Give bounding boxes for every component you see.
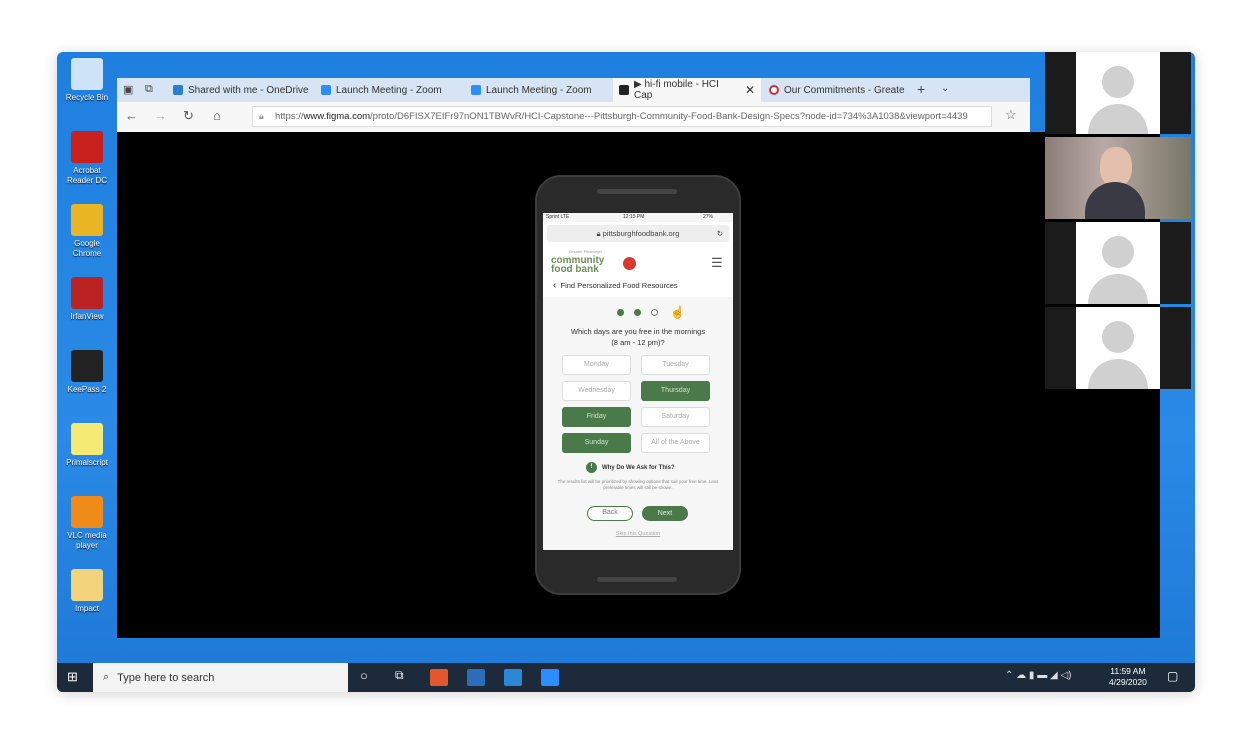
desktop-icon-chrome[interactable]: Google Chrome — [61, 204, 113, 259]
day-option-saturday[interactable]: Saturday — [641, 407, 710, 427]
hamburger-menu-icon[interactable]: ☰ — [711, 255, 723, 271]
acrobat-icon — [71, 131, 103, 163]
zoom-app-icon[interactable] — [541, 669, 559, 686]
participant-video-live[interactable] — [1045, 137, 1191, 219]
apple-icon — [623, 257, 636, 270]
avatar — [1076, 307, 1160, 389]
forward-icon[interactable]: → — [154, 108, 167, 123]
office-icon[interactable] — [430, 669, 448, 686]
next-button[interactable]: Next — [642, 506, 688, 521]
desktop-icon-acrobat[interactable]: Acrobat Reader DC — [61, 131, 113, 186]
tab-zoom-1[interactable]: Launch Meeting - Zoom — [315, 78, 463, 102]
desktop-icon-recycle-bin[interactable]: Recycle Bin — [61, 58, 113, 103]
bottom-speaker — [597, 577, 677, 582]
phone-screen: Sprint LTE 12:15 PM 27% 🔒︎ pittsburghfoo… — [543, 213, 733, 550]
participant-video[interactable] — [1045, 222, 1191, 304]
clock[interactable]: 11:59 AM 4/29/2020 — [1109, 666, 1147, 688]
day-option-wednesday[interactable]: Wednesday — [562, 381, 631, 401]
back-icon[interactable]: ← — [125, 108, 138, 123]
phone-address-bar[interactable]: 🔒︎ pittsburghfoodbank.org ↻ — [547, 225, 729, 242]
zoom-video-panel — [1045, 52, 1191, 390]
chrome-icon — [71, 204, 103, 236]
tab-onedrive[interactable]: Shared with me - OneDrive — [167, 78, 312, 102]
progress-dots — [617, 309, 658, 316]
onedrive-icon — [173, 85, 183, 95]
page-header: ‹ Find Personalized Food Resources — [553, 280, 678, 291]
tab-actions-icon[interactable]: ▣ — [123, 83, 133, 96]
zoom-icon — [471, 85, 481, 95]
new-tab-icon[interactable]: + — [917, 81, 925, 97]
day-option-tuesday[interactable]: Tuesday — [641, 355, 710, 375]
outlook-icon[interactable] — [467, 669, 485, 686]
tab-zoom-2[interactable]: Launch Meeting - Zoom — [465, 78, 613, 102]
phone-mockup: Sprint LTE 12:15 PM 27% 🔒︎ pittsburghfoo… — [535, 175, 741, 595]
edge-icon[interactable] — [504, 669, 522, 686]
desktop: Recycle Bin Acrobat Reader DC Google Chrom… — [57, 52, 1195, 692]
vlc-icon — [71, 496, 103, 528]
lock-icon: 🔒︎ — [259, 111, 264, 121]
notifications-icon[interactable]: ▢ — [1167, 669, 1178, 683]
day-option-thursday[interactable]: Thursday — [641, 381, 710, 401]
taskbar: ⊞ ⌕ Type here to search ○ ⧉ ⌃ ☁ ▮ ▬ ◢ ◁) … — [57, 663, 1195, 692]
desktop-icon-irfanview[interactable]: IrfanView — [61, 277, 113, 322]
system-tray-icons[interactable]: ⌃ ☁ ▮ ▬ ◢ ◁) — [1005, 670, 1071, 681]
tab-commitments[interactable]: Our Commitments - Greate — [763, 78, 908, 102]
progress-dot — [634, 309, 641, 316]
irfanview-icon — [71, 277, 103, 309]
set-aside-tabs-icon[interactable]: ⧉ — [145, 83, 153, 96]
tab-figma[interactable]: ▶ hi-fi mobile - HCI Cap ✕ — [613, 78, 761, 102]
back-chevron-icon[interactable]: ‹ — [553, 280, 556, 291]
impact-icon — [71, 569, 103, 601]
windows-start-icon[interactable]: ⊞ — [67, 669, 78, 685]
refresh-icon[interactable]: ↻ — [183, 108, 194, 124]
info-icon: ! — [586, 462, 597, 473]
person-face — [1100, 147, 1132, 187]
question-text: Which days are you free in the mornings(… — [570, 327, 706, 347]
foodbank-icon — [769, 85, 779, 95]
skip-question-link[interactable]: Skip this Question — [543, 531, 733, 537]
progress-dot — [617, 309, 624, 316]
search-icon: ⌕ — [103, 671, 110, 683]
home-icon[interactable]: ⌂ — [213, 108, 221, 123]
desktop-icon-vlc[interactable]: VLC media player — [61, 496, 113, 551]
recycle-bin-icon — [71, 58, 103, 90]
desktop-icon-keepass[interactable]: KeePass 2 — [61, 350, 113, 395]
chevron-down-icon[interactable]: ⌄ — [941, 83, 949, 94]
speaker-grille — [597, 189, 677, 194]
progress-dot — [651, 309, 658, 316]
day-option-sunday[interactable]: Sunday — [562, 433, 631, 453]
back-button[interactable]: Back — [587, 506, 633, 521]
desktop-icon-primalscript[interactable]: Primalscript — [61, 423, 113, 468]
task-view-icon[interactable]: ⧉ — [395, 668, 404, 683]
why-ask-heading[interactable]: ! Why Do We Ask for This? — [586, 462, 675, 473]
participant-video[interactable] — [1045, 52, 1191, 134]
favorite-star-icon[interactable]: ☆ — [1005, 107, 1017, 123]
cortana-icon[interactable]: ○ — [360, 668, 368, 683]
figma-icon — [619, 85, 629, 95]
community-food-bank-logo[interactable]: Greater Pittsburgh community food bank — [551, 247, 636, 275]
desktop-icon-impact[interactable]: Impact — [61, 569, 113, 614]
taskbar-search[interactable]: ⌕ Type here to search — [93, 663, 348, 692]
reload-icon[interactable]: ↻ — [717, 225, 723, 242]
hand-cursor-icon: ☝ — [670, 305, 685, 319]
zoom-icon — [321, 85, 331, 95]
primalscript-icon — [71, 423, 103, 455]
keepass-icon — [71, 350, 103, 382]
day-option-monday[interactable]: Monday — [562, 355, 631, 375]
address-bar: ← → ↻ ⌂ https://www.figma.com/proto/D6FI… — [117, 102, 1030, 132]
browser-window: ▣ ⧉ Shared with me - OneDrive Launch Mee… — [117, 78, 1030, 132]
avatar — [1076, 222, 1160, 304]
avatar — [1076, 52, 1160, 134]
why-ask-text: The results list will be prioritized by … — [557, 479, 719, 490]
close-tab-icon[interactable]: ✕ — [745, 83, 755, 97]
participant-video[interactable] — [1045, 307, 1191, 389]
day-option-all-of-the-above[interactable]: All of the Above — [641, 433, 710, 453]
day-option-friday[interactable]: Friday — [562, 407, 631, 427]
url-input[interactable]: https://www.figma.com/proto/D6FISX7EIFr9… — [252, 106, 992, 127]
